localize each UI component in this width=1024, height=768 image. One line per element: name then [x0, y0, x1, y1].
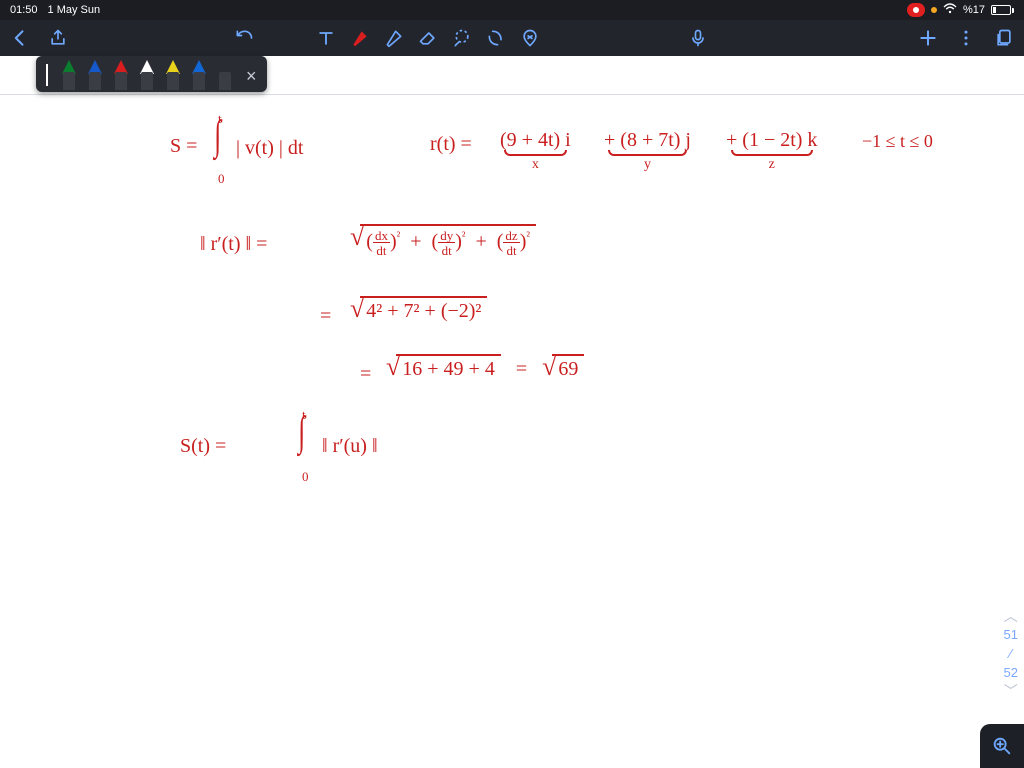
page-total: 52	[1004, 665, 1018, 680]
screen-record-indicator[interactable]	[907, 3, 925, 17]
status-time: 01:50	[10, 4, 38, 16]
mic-icon[interactable]	[688, 28, 708, 48]
hw-int2-bot: 0	[302, 470, 309, 483]
hw-comp-x: (9 + 4t) ix	[500, 130, 571, 172]
zoom-button[interactable]	[980, 724, 1024, 768]
add-icon[interactable]	[918, 28, 938, 48]
share-icon[interactable]	[48, 28, 68, 48]
hw-line3-eq: =	[320, 306, 331, 326]
battery-icon	[991, 5, 1014, 15]
hw-comp-z: + (1 − 2t) kz	[726, 130, 817, 172]
pages-icon[interactable]	[994, 28, 1014, 48]
back-button[interactable]	[10, 28, 30, 48]
hw-int1-bot: 0	[218, 172, 225, 185]
pen-green[interactable]	[60, 60, 78, 90]
insert-icon[interactable]	[520, 28, 540, 48]
mic-in-use-dot	[931, 7, 937, 13]
pen-black[interactable]	[216, 60, 234, 90]
hw-line4-body: √16 + 49 + 4 = √69	[386, 354, 584, 380]
hw-norm-rhs: √ (dxdt)² + (dydt)² + (dzdt)²	[350, 224, 536, 257]
pen-yellow[interactable]	[164, 60, 182, 90]
wifi-icon	[943, 3, 957, 17]
hw-line3-body: √4² + 7² + (−2)²	[350, 296, 487, 322]
page-down-icon[interactable]: ﹀	[1004, 684, 1018, 698]
shape-tool-icon[interactable]	[486, 28, 506, 48]
hw-int2: ∫	[296, 420, 308, 449]
more-icon[interactable]	[956, 28, 976, 48]
pen-tool-icon[interactable]	[350, 28, 370, 48]
close-tray-icon[interactable]: ×	[246, 66, 257, 87]
hw-comp-y: + (8 + 7t) jy	[604, 130, 691, 172]
hw-integrand2: ‖ r′(u) ‖	[322, 436, 378, 456]
tray-handle[interactable]	[46, 64, 48, 86]
hw-s-of-t: S(t) =	[180, 436, 226, 456]
hw-s-eq: S =	[170, 136, 197, 156]
note-canvas[interactable]: S = t ∫ 0 | v(t) | dt r(t) = (9 + 4t) ix…	[0, 56, 1024, 768]
status-date: 1 May Sun	[48, 4, 101, 16]
pen-blue2[interactable]	[190, 60, 208, 90]
pen-white[interactable]	[138, 60, 156, 90]
hw-r-eq: r(t) =	[430, 134, 472, 154]
pen-blue[interactable]	[86, 60, 104, 90]
status-bar: 01:50 1 May Sun %17	[0, 0, 1024, 20]
lasso-icon[interactable]	[452, 28, 472, 48]
pen-red[interactable]	[112, 60, 130, 90]
page-slash: ⁄	[1010, 646, 1012, 661]
canvas-rule	[0, 94, 1024, 95]
battery-pct: %17	[963, 4, 985, 16]
hw-line4-eq: =	[360, 364, 371, 384]
pen-tray[interactable]: ×	[36, 56, 267, 92]
text-tool-icon[interactable]	[316, 28, 336, 48]
hw-int1: ∫	[212, 124, 224, 153]
app-toolbar: • • •	[0, 20, 1024, 56]
hw-norm-lhs: ‖ r′(t) ‖ =	[200, 234, 267, 254]
eraser-icon[interactable]	[418, 28, 438, 48]
hw-domain: −1 ≤ t ≤ 0	[862, 132, 933, 150]
page-current: 51	[1004, 627, 1018, 642]
hw-integrand1: | v(t) | dt	[236, 138, 303, 158]
page-up-icon[interactable]: ︿	[1004, 609, 1018, 623]
page-navigator[interactable]: ︿ 51 ⁄ 52 ﹀	[1004, 609, 1018, 698]
undo-icon[interactable]	[234, 28, 254, 48]
highlighter-icon[interactable]	[384, 28, 404, 48]
